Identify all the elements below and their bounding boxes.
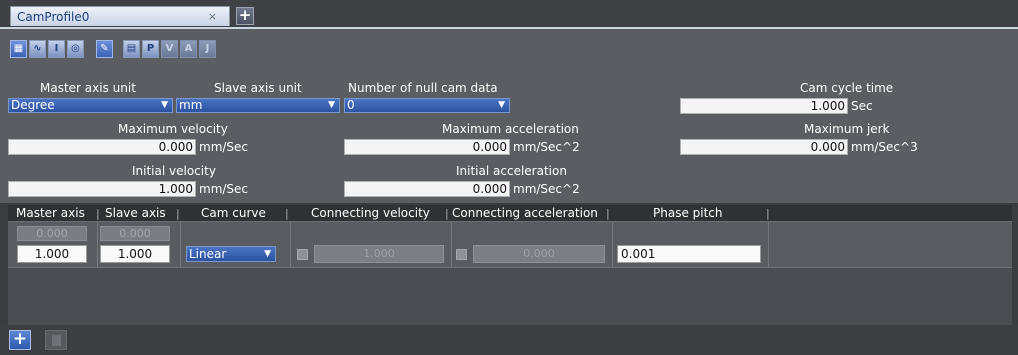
graph-view-icon[interactable]: ∿ xyxy=(29,40,46,58)
chevron-down-icon: ▼ xyxy=(264,249,271,259)
table-view-icon[interactable]: ▦ xyxy=(10,40,27,58)
max-jerk-unit: mm/Sec^3 xyxy=(851,140,918,154)
connecting-acceleration-field: 0.000 xyxy=(473,245,605,263)
column-separator: | xyxy=(445,207,449,220)
column-divider xyxy=(768,222,769,267)
master-axis-cell[interactable]: 1.000 xyxy=(17,245,87,263)
phase-pitch-cell[interactable]: 0.001 xyxy=(617,245,761,263)
column-separator: | xyxy=(606,207,610,220)
jerk-icon[interactable]: J xyxy=(199,40,216,58)
max-acceleration-unit: mm/Sec^2 xyxy=(513,140,580,154)
table-header: Master axis | Slave axis | Cam curve | C… xyxy=(8,205,1012,222)
column-header-connecting-velocity[interactable]: Connecting velocity xyxy=(311,206,430,220)
max-jerk-field[interactable]: 0.000 xyxy=(680,139,848,155)
slave-axis-unit-label: Slave axis unit xyxy=(214,81,302,95)
cam-cycle-time-unit: Sec xyxy=(851,99,873,113)
max-jerk-label: Maximum jerk xyxy=(804,122,890,136)
column-divider xyxy=(290,222,291,267)
initial-velocity-field[interactable]: 1.000 xyxy=(8,181,196,197)
position-icon[interactable]: P xyxy=(142,40,159,58)
cam-cycle-time-field[interactable]: 1.000 xyxy=(680,98,848,114)
max-velocity-unit: mm/Sec xyxy=(199,140,249,154)
settings-icon[interactable]: ◎ xyxy=(67,40,84,58)
acceleration-icon[interactable]: A xyxy=(180,40,197,58)
connecting-acceleration-checkbox[interactable] xyxy=(456,249,467,260)
tab-strip: CamProfile0 × + xyxy=(0,0,1018,28)
connecting-velocity-checkbox[interactable] xyxy=(297,249,308,260)
column-separator: | xyxy=(766,207,770,220)
initial-velocity-unit: mm/Sec xyxy=(199,182,249,196)
tab-close-icon[interactable]: × xyxy=(208,7,217,27)
chevron-down-icon: ▼ xyxy=(161,100,168,110)
column-divider xyxy=(180,222,181,267)
max-acceleration-field[interactable]: 0.000 xyxy=(344,139,510,155)
table-actions-bar: + xyxy=(0,325,1018,355)
tab-camprofile0[interactable]: CamProfile0 × xyxy=(10,6,230,26)
slave-axis-cell[interactable]: 1.000 xyxy=(100,245,170,263)
add-row-button[interactable]: + xyxy=(9,330,31,350)
cam-settings-panel: ▦ ∿ I ◎ ✎ ▤ P V A J Master axis unit Deg… xyxy=(0,29,1018,203)
column-divider xyxy=(451,222,452,267)
master-axis-unit-select[interactable]: Degree ▼ xyxy=(8,98,173,113)
null-cam-data-select[interactable]: 0 ▼ xyxy=(344,98,510,113)
table-row[interactable]: 0.000 0.000 1.000 1.000 Linear ▼ 1.000 0… xyxy=(8,222,1012,268)
velocity-letter: V xyxy=(165,43,174,54)
column-separator: | xyxy=(285,207,289,220)
column-header-master-axis[interactable]: Master axis xyxy=(16,206,85,220)
position-letter: P xyxy=(146,43,155,54)
null-cam-data-label: Number of null cam data xyxy=(348,81,498,95)
slave-axis-unit-value: mm xyxy=(179,98,203,112)
cursor-icon[interactable]: I xyxy=(48,40,65,58)
column-header-connecting-acceleration[interactable]: Connecting acceleration xyxy=(452,206,598,220)
cam-curve-value: Linear xyxy=(189,247,227,261)
layout-icon[interactable]: ▤ xyxy=(123,40,140,58)
cam-cycle-time-label: Cam cycle time xyxy=(800,81,894,95)
column-header-phase-pitch[interactable]: Phase pitch xyxy=(653,206,723,220)
initial-acceleration-unit: mm/Sec^2 xyxy=(513,182,580,196)
delete-row-button[interactable] xyxy=(45,330,67,350)
max-velocity-field[interactable]: 0.000 xyxy=(8,139,196,155)
table-body: 0.000 0.000 1.000 1.000 Linear ▼ 1.000 0… xyxy=(8,222,1012,325)
previous-master-axis-value: 0.000 xyxy=(17,226,87,241)
column-separator: | xyxy=(96,207,100,220)
pen-icon[interactable]: ✎ xyxy=(96,40,113,58)
initial-acceleration-label: Initial acceleration xyxy=(456,164,567,178)
acceleration-letter: A xyxy=(184,43,193,54)
max-velocity-label: Maximum velocity xyxy=(118,122,228,136)
master-axis-unit-value: Degree xyxy=(11,98,55,112)
initial-velocity-label: Initial velocity xyxy=(132,164,216,178)
null-cam-data-value: 0 xyxy=(347,98,355,112)
chevron-down-icon: ▼ xyxy=(328,100,335,110)
column-separator: | xyxy=(176,207,180,220)
max-acceleration-label: Maximum acceleration xyxy=(442,122,579,136)
chevron-down-icon: ▼ xyxy=(498,100,505,110)
column-divider xyxy=(612,222,613,267)
cam-data-table: Master axis | Slave axis | Cam curve | C… xyxy=(8,205,1012,325)
cam-curve-select[interactable]: Linear ▼ xyxy=(186,246,276,262)
initial-acceleration-field[interactable]: 0.000 xyxy=(344,181,510,197)
jerk-letter: J xyxy=(205,43,210,54)
trash-icon xyxy=(52,335,61,346)
master-axis-unit-label: Master axis unit xyxy=(40,81,136,95)
slave-axis-unit-select[interactable]: mm ▼ xyxy=(176,98,340,113)
previous-slave-axis-value: 0.000 xyxy=(100,226,170,241)
connecting-velocity-field: 1.000 xyxy=(314,245,444,263)
velocity-icon[interactable]: V xyxy=(161,40,178,58)
tab-title: CamProfile0 xyxy=(17,10,90,24)
column-divider xyxy=(97,222,98,267)
column-header-cam-curve[interactable]: Cam curve xyxy=(201,206,266,220)
add-tab-button[interactable]: + xyxy=(236,7,254,25)
column-header-slave-axis[interactable]: Slave axis xyxy=(105,206,166,220)
